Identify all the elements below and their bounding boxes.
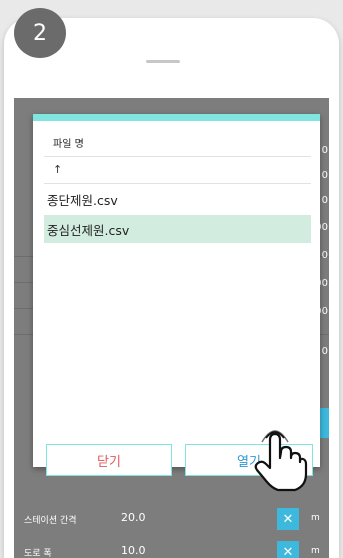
close-button[interactable]: 닫기 [46, 444, 172, 476]
bg-value-fragment: 0 [322, 170, 328, 181]
setting-unit: m [311, 513, 320, 523]
sheet-handle[interactable] [146, 60, 180, 63]
file-item-label: 종단제원.csv [47, 190, 118, 209]
file-item-label: 중심선제원.csv [47, 220, 129, 239]
bg-accent-strip [320, 408, 329, 438]
step-badge: 2 [14, 8, 66, 58]
bg-value-fragment: 0 [322, 195, 328, 206]
tap-hand-icon [248, 428, 308, 494]
setting-row-road-width: 도로 폭 10.0 ✕ m [14, 534, 329, 558]
setting-label: 스테이션 간격 [24, 513, 77, 526]
file-picker-dialog: 파일 명 ↑ 종단제원.csv 중심선제원.csv 닫기 열기 [33, 114, 320, 467]
clear-button[interactable]: ✕ [277, 541, 299, 558]
divider [44, 156, 311, 157]
clear-button[interactable]: ✕ [277, 508, 299, 530]
bg-value-fragment: 0 [322, 346, 328, 357]
parent-directory-icon[interactable]: ↑ [53, 163, 62, 176]
file-item-selected[interactable]: 중심선제원.csv [44, 215, 311, 243]
setting-value[interactable]: 10.0 [121, 544, 146, 557]
dialog-accent-bar [33, 114, 320, 121]
bg-value-fragment: 0 [322, 145, 328, 156]
divider [44, 183, 311, 184]
close-icon: ✕ [283, 545, 294, 558]
close-icon: ✕ [283, 512, 294, 527]
file-item[interactable]: 종단제원.csv [44, 185, 311, 213]
bg-value-fragment: 0 [322, 250, 328, 261]
file-name-header: 파일 명 [53, 135, 84, 150]
setting-value[interactable]: 20.0 [121, 511, 146, 524]
